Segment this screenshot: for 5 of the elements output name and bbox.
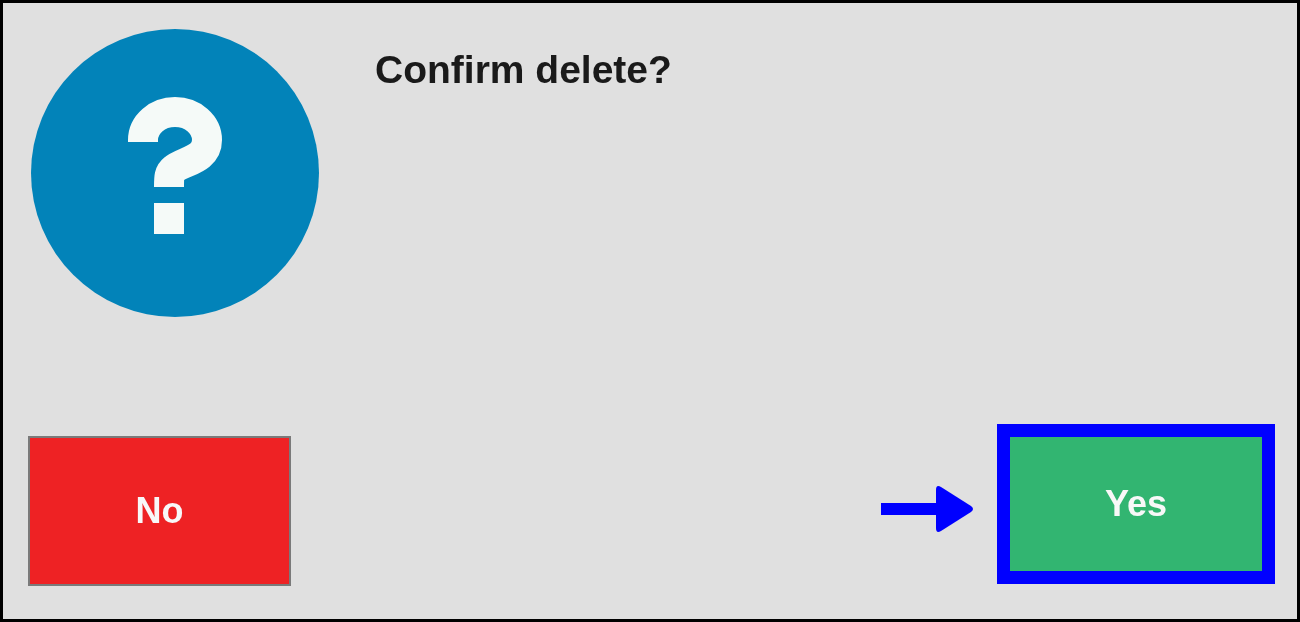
yes-button[interactable]: Yes: [997, 424, 1275, 584]
question-icon: [31, 29, 319, 317]
dialog-message: Confirm delete?: [375, 50, 672, 89]
right-arrow-icon: [881, 484, 974, 534]
no-button[interactable]: No: [28, 436, 291, 586]
